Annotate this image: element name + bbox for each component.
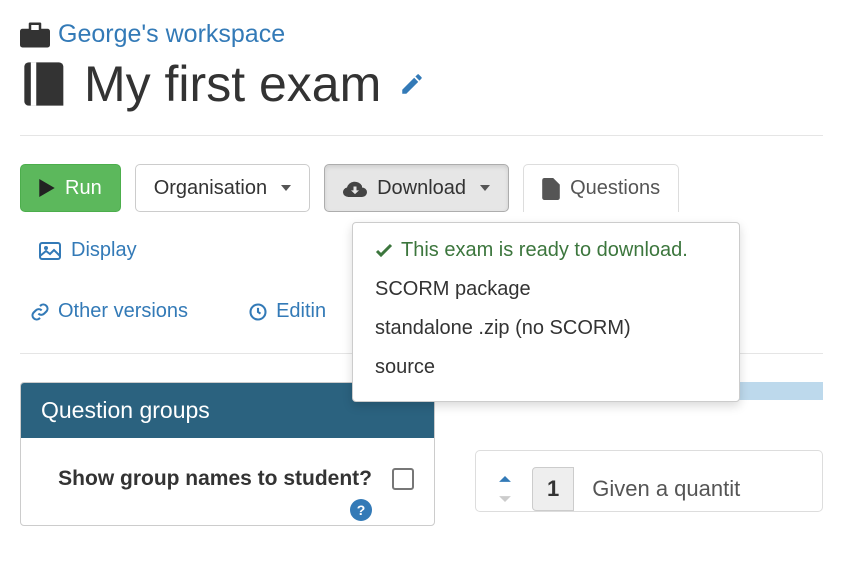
- separator: [20, 135, 823, 136]
- tab-questions-label: Questions: [570, 177, 660, 200]
- briefcase-icon: [20, 22, 50, 48]
- question-groups-panel: Question groups Show group names to stud…: [20, 382, 435, 526]
- toolbar: Run Organisation Download Questions Disp…: [20, 164, 823, 274]
- tab-display-label: Display: [71, 239, 137, 262]
- download-label: Download: [377, 175, 466, 201]
- other-versions-label: Other versions: [58, 300, 188, 323]
- panel-body: Show group names to student? ?: [21, 438, 434, 525]
- organisation-dropdown[interactable]: Organisation: [135, 164, 310, 212]
- caret-down-icon: [281, 185, 291, 191]
- download-ready-status: This exam is ready to download.: [353, 233, 739, 270]
- question-row: 1 Given a quantit: [475, 450, 823, 512]
- reorder-icon[interactable]: [496, 476, 514, 502]
- show-group-names-label: Show group names to student? ?: [41, 464, 372, 525]
- workspace-link[interactable]: George's workspace: [58, 20, 285, 49]
- question-text[interactable]: Given a quantit: [592, 476, 740, 502]
- file-icon: [542, 178, 560, 200]
- show-group-names-checkbox[interactable]: [392, 468, 414, 490]
- editing-history-label: Editin: [276, 300, 326, 323]
- download-item-source[interactable]: source: [353, 348, 739, 387]
- organisation-label: Organisation: [154, 175, 267, 201]
- other-versions-link[interactable]: Other versions: [20, 296, 198, 327]
- cloud-download-icon: [343, 178, 367, 198]
- exam-title-row: My first exam: [20, 55, 823, 113]
- exam-title: My first exam: [20, 55, 381, 113]
- workspace-breadcrumb: George's workspace: [20, 20, 823, 49]
- tab-questions[interactable]: Questions: [523, 164, 679, 212]
- pencil-icon[interactable]: [399, 71, 425, 97]
- download-item-zip[interactable]: standalone .zip (no SCORM): [353, 309, 739, 348]
- check-icon: [375, 243, 393, 259]
- run-button[interactable]: Run: [20, 164, 121, 212]
- download-ready-text: This exam is ready to download.: [401, 239, 688, 262]
- play-icon: [39, 179, 55, 197]
- help-icon[interactable]: ?: [350, 499, 372, 521]
- editing-history-link[interactable]: Editin: [238, 296, 336, 327]
- tab-display[interactable]: Display: [20, 226, 156, 274]
- picture-icon: [39, 241, 61, 261]
- show-group-names-text: Show group names to student?: [58, 467, 372, 490]
- caret-down-icon: [480, 185, 490, 191]
- question-number: 1: [532, 467, 574, 511]
- link-icon: [30, 302, 50, 322]
- clock-icon: [248, 302, 268, 322]
- book-icon: [20, 57, 72, 111]
- exam-title-text: My first exam: [84, 55, 381, 113]
- download-dropdown[interactable]: Download: [324, 164, 509, 212]
- run-label: Run: [65, 175, 102, 201]
- download-item-scorm[interactable]: SCORM package: [353, 270, 739, 309]
- lower-columns: Question groups Show group names to stud…: [20, 382, 823, 526]
- download-menu: This exam is ready to download. SCORM pa…: [352, 222, 740, 402]
